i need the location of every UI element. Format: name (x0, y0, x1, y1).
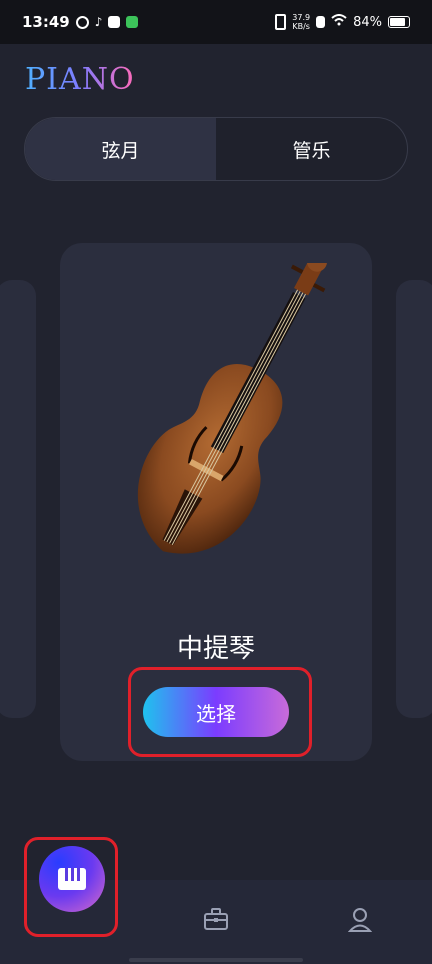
category-tabs: 弦月 管乐 (24, 117, 408, 181)
toolbox-nav-button[interactable] (203, 907, 229, 935)
status-bar: 13:49 ♪ 37.9 KB/s 84% (0, 0, 432, 44)
piano-nav-highlight (24, 837, 118, 937)
vibrate-icon (275, 14, 287, 30)
next-instrument-card[interactable] (396, 280, 432, 718)
tab-wind[interactable]: 管乐 (216, 118, 407, 180)
app-notification-icon (75, 15, 89, 29)
network-speed: 37.9 KB/s (292, 13, 310, 31)
no-sim-icon (316, 16, 326, 28)
instrument-name: 中提琴 (176, 634, 255, 664)
tab-strings[interactable]: 弦月 (25, 118, 216, 180)
select-button-highlight (128, 667, 312, 757)
home-indicator[interactable] (129, 958, 303, 962)
app-badge-icon (126, 16, 139, 28)
network-speed-unit: KB/s (292, 22, 310, 31)
profile-nav-button[interactable] (347, 907, 373, 937)
prev-instrument-card[interactable] (0, 280, 36, 718)
toolbox-icon (204, 908, 228, 930)
app-logo: PIANO (25, 62, 135, 97)
network-speed-value: 37.9 (292, 13, 311, 22)
message-icon (108, 16, 121, 28)
viola-image (137, 263, 328, 554)
wifi-icon (331, 14, 347, 30)
battery-icon (388, 16, 410, 28)
battery-percent: 84% (353, 14, 382, 30)
status-time: 13:49 (22, 13, 70, 31)
tiktok-icon: ♪ (94, 15, 103, 29)
profile-icon (347, 908, 373, 932)
